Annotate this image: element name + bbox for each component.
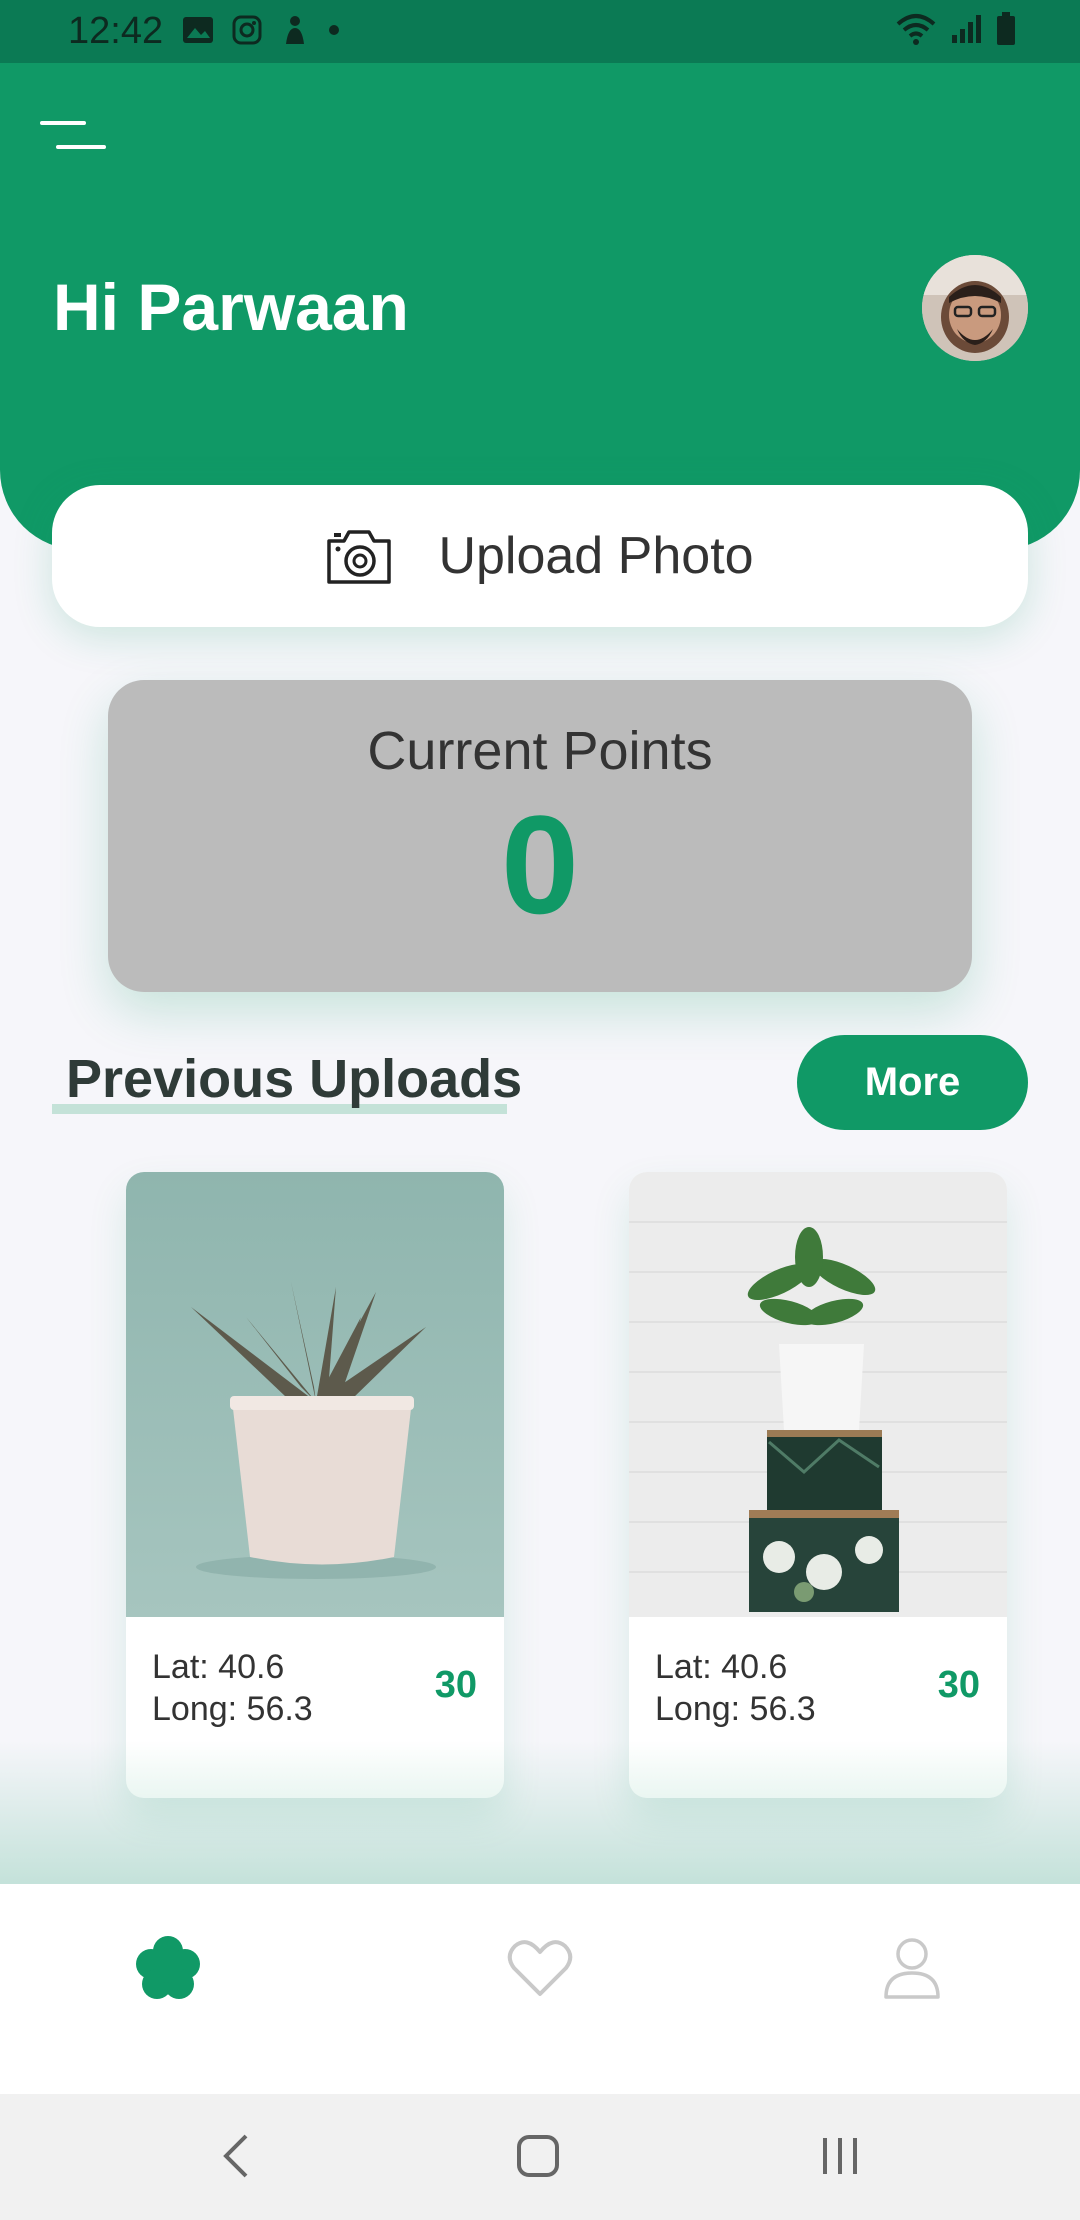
battery-icon (997, 12, 1015, 45)
upload-latitude: Lat: 40.6 (655, 1648, 788, 1686)
upload-item[interactable]: Lat: 40.6 Long: 56.3 30 (629, 1172, 1007, 1798)
upload-latitude: Lat: 40.6 (152, 1648, 285, 1686)
upload-points: 30 (937, 1664, 980, 1706)
upload-longitude: Long: 56.3 (152, 1690, 313, 1728)
aloe-plant-photo (126, 1172, 504, 1617)
greeting-title: Hi Parwaan (53, 270, 409, 344)
recents-icon (823, 2138, 857, 2174)
plant-on-boxes-photo (629, 1172, 1007, 1617)
system-home-button[interactable] (503, 2124, 573, 2188)
points-value: 0 (501, 786, 579, 943)
home-square-icon (517, 2135, 559, 2177)
bottom-glow (0, 1740, 1080, 1885)
system-recents-button[interactable] (805, 2124, 875, 2188)
status-notification-icons (182, 14, 340, 46)
system-back-button[interactable] (200, 2124, 270, 2188)
bottom-nav (0, 1884, 1080, 2094)
camera-icon (327, 530, 392, 584)
status-system-icons (896, 12, 1016, 46)
points-label: Current Points (367, 721, 713, 781)
status-bar: 12:42 (0, 0, 1080, 63)
flower-icon (136, 1936, 200, 1999)
points-card: Current Points 0 (108, 680, 972, 992)
nav-home[interactable] (128, 1928, 208, 2008)
signal-icon (952, 15, 981, 43)
heart-icon (507, 1940, 573, 1996)
previous-uploads-title: Previous Uploads (66, 1049, 523, 1109)
gallery-icon (183, 17, 213, 43)
status-time: 12:42 (68, 10, 164, 52)
avatar[interactable] (922, 255, 1028, 361)
system-nav (0, 2094, 1080, 2220)
upload-photo-button[interactable]: Upload Photo (52, 485, 1028, 627)
upload-points: 30 (434, 1664, 477, 1706)
app-icon (286, 16, 304, 44)
dot-icon (329, 25, 339, 35)
more-button[interactable]: More (797, 1035, 1028, 1130)
nav-profile[interactable] (872, 1928, 952, 2008)
menu-icon[interactable] (40, 121, 106, 155)
wifi-icon (896, 14, 936, 45)
header: Hi Parwaan (0, 63, 1080, 550)
upload-item[interactable]: Lat: 40.6 Long: 56.3 30 (126, 1172, 504, 1798)
chevron-left-icon (223, 2134, 248, 2178)
instagram-icon (232, 15, 262, 45)
nav-favorites[interactable] (500, 1928, 580, 2008)
user-icon (884, 1938, 940, 1999)
upload-longitude: Long: 56.3 (655, 1690, 816, 1728)
upload-photo-label: Upload Photo (438, 527, 754, 585)
